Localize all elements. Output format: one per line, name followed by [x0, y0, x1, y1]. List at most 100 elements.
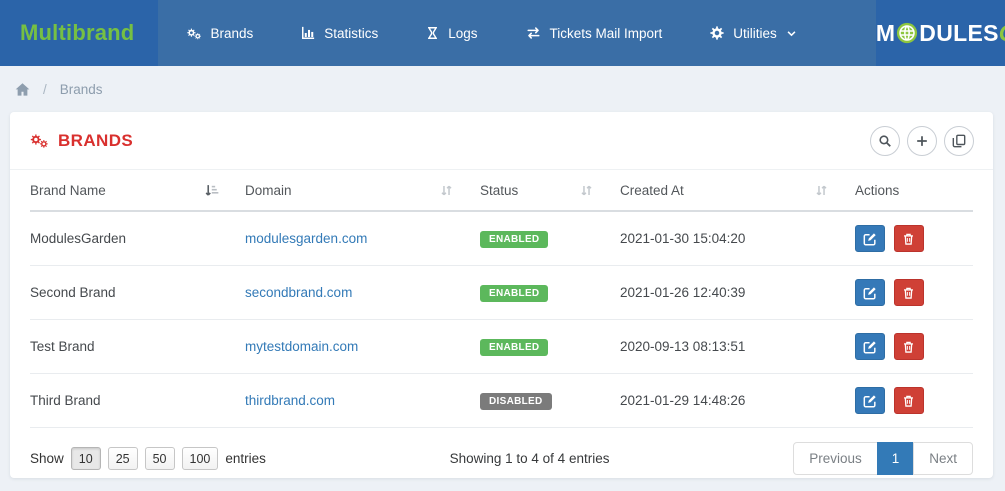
sort-ascending-icon[interactable] [204, 183, 219, 198]
brand-name-cell: ModulesGarden [30, 211, 245, 266]
sort-icon[interactable] [439, 183, 454, 198]
created-at-cell: 2021-01-26 12:40:39 [620, 265, 855, 320]
gears-icon [29, 133, 48, 148]
column-label: Created At [620, 183, 684, 198]
edit-icon [863, 232, 877, 246]
created-at-cell: 2021-01-29 14:48:26 [620, 373, 855, 428]
page-size-button[interactable]: 10 [70, 447, 101, 470]
edit-icon [863, 286, 877, 300]
brands-table: Brand Name Domain Status Created At Acti… [30, 170, 973, 428]
menu-item-utilities[interactable]: Utilities [686, 0, 821, 66]
delete-button[interactable] [893, 279, 924, 306]
copy-button[interactable] [944, 125, 974, 156]
table-row: ModulesGarden modulesgarden.com ENABLED … [30, 211, 973, 266]
brands-table-wrap: Brand Name Domain Status Created At Acti… [10, 170, 993, 428]
domain-link[interactable]: thirdbrand.com [245, 393, 335, 408]
table-row: Test Brand mytestdomain.com ENABLED 2020… [30, 319, 973, 374]
status-badge: ENABLED [480, 284, 549, 302]
edit-button[interactable] [855, 333, 885, 360]
edit-button[interactable] [855, 387, 885, 414]
sort-icon[interactable] [814, 183, 829, 198]
menu-item-statistics[interactable]: Statistics [277, 0, 402, 66]
edit-icon [863, 394, 877, 408]
page-1-button[interactable]: 1 [876, 442, 915, 475]
table-header-row: Brand Name Domain Status Created At Acti… [30, 170, 973, 212]
previous-page-button[interactable]: Previous [793, 442, 878, 475]
plus-icon [915, 134, 929, 148]
domain-link[interactable]: mytestdomain.com [245, 339, 358, 354]
created-at-cell: 2021-01-30 15:04:20 [620, 211, 855, 266]
delete-button[interactable] [893, 225, 924, 252]
chevron-down-icon [786, 28, 797, 39]
menu-item-label: Statistics [324, 25, 379, 41]
column-header-domain[interactable]: Domain [245, 170, 480, 212]
trash-icon [902, 232, 915, 246]
logo-text: M [875, 19, 896, 46]
domain-link[interactable]: modulesgarden.com [245, 231, 367, 246]
home-icon[interactable] [15, 82, 30, 97]
modulesgarden-logo: M DULESGarden [876, 0, 1005, 66]
show-label: Show [30, 451, 64, 466]
trash-icon [902, 340, 915, 354]
hourglass-icon [426, 26, 439, 40]
trash-icon [902, 394, 915, 408]
delete-button[interactable] [893, 333, 924, 360]
entries-summary: Showing 1 to 4 of 4 entries [449, 451, 610, 466]
breadcrumb: / Brands [0, 66, 1005, 112]
edit-icon [863, 340, 877, 354]
panel-header: BRANDS [10, 112, 993, 170]
page-size-button[interactable]: 25 [107, 447, 138, 470]
brands-panel: BRANDS Brand Name Domain Status Created … [10, 112, 993, 478]
menu-item-label: Utilities [733, 25, 777, 41]
search-button[interactable] [870, 125, 900, 156]
page-title-label: BRANDS [58, 130, 134, 150]
top-navbar: Multibrand Brands Statistics Logs Ticket… [0, 0, 1005, 66]
logo-text: DULES [919, 19, 999, 46]
next-page-button[interactable]: Next [913, 442, 973, 475]
trash-icon [902, 286, 915, 300]
breadcrumb-separator: / [43, 81, 47, 97]
brand-name-cell: Third Brand [30, 373, 245, 428]
page-title: BRANDS [29, 131, 133, 151]
status-badge: ENABLED [480, 230, 549, 248]
edit-button[interactable] [855, 279, 885, 306]
column-header-status[interactable]: Status [480, 170, 620, 212]
brand-name-cell: Test Brand [30, 319, 245, 374]
menu-item-label: Logs [448, 25, 478, 41]
column-header-actions: Actions [855, 170, 973, 212]
app-brand[interactable]: Multibrand [0, 0, 158, 66]
add-brand-button[interactable] [907, 125, 937, 156]
delete-button[interactable] [893, 387, 924, 414]
table-body: ModulesGarden modulesgarden.com ENABLED … [30, 211, 973, 428]
exchange-icon [526, 26, 541, 40]
menu-item-tickets-mail-import[interactable]: Tickets Mail Import [502, 0, 687, 66]
page-size-button[interactable]: 50 [144, 447, 175, 470]
domain-link[interactable]: secondbrand.com [245, 285, 352, 300]
sort-icon[interactable] [579, 183, 594, 198]
breadcrumb-item-brands[interactable]: Brands [60, 82, 103, 97]
column-label: Actions [855, 183, 900, 198]
status-badge: DISABLED [480, 392, 552, 410]
gear-icon [710, 26, 724, 40]
bar-chart-icon [301, 26, 315, 40]
menu-item-label: Tickets Mail Import [549, 25, 663, 41]
entries-label: entries [225, 451, 266, 466]
main-menu: Brands Statistics Logs Tickets Mail Impo… [158, 0, 876, 66]
menu-item-brands[interactable]: Brands [162, 0, 277, 66]
status-badge: ENABLED [480, 338, 549, 356]
table-footer: Show 10 25 50 100 entries Showing 1 to 4… [10, 428, 993, 475]
edit-button[interactable] [855, 225, 885, 252]
page-size-selector: Show 10 25 50 100 entries [30, 447, 266, 470]
brand-name-cell: Second Brand [30, 265, 245, 320]
table-row: Third Brand thirdbrand.com DISABLED 2021… [30, 373, 973, 428]
menu-item-logs[interactable]: Logs [402, 0, 501, 66]
pagination: Previous 1 Next [793, 442, 973, 475]
column-label: Status [480, 183, 519, 198]
search-icon [878, 134, 892, 148]
copy-icon [952, 134, 966, 148]
column-header-brand-name[interactable]: Brand Name [30, 170, 245, 212]
page-size-button[interactable]: 100 [181, 447, 219, 470]
table-row: Second Brand secondbrand.com ENABLED 202… [30, 265, 973, 320]
column-header-created-at[interactable]: Created At [620, 170, 855, 212]
column-label: Brand Name [30, 183, 106, 198]
